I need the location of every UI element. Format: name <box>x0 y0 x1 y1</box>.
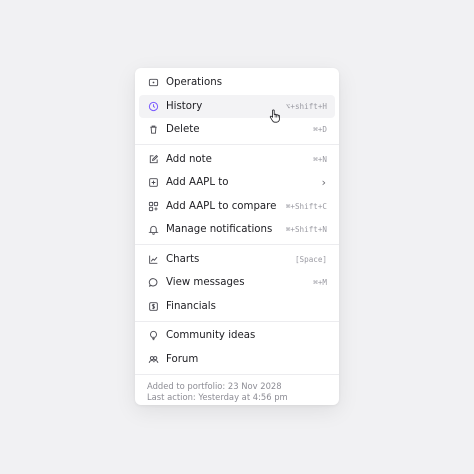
menu-item-label: History <box>166 100 203 112</box>
menu-separator <box>135 320 339 322</box>
menu-footer: Added to portfolio: 23 Nov 2028 Last act… <box>135 377 339 403</box>
edit-icon <box>147 153 159 165</box>
menu-item-label: Operations <box>166 77 223 89</box>
menu-item-add-aapl-to[interactable]: Add AAPL to › <box>139 171 335 195</box>
portfolio-added-text: Added to portfolio: 23 Nov 2028 <box>147 381 282 391</box>
dollar-icon <box>147 300 159 312</box>
menu-separator <box>135 244 339 245</box>
menu-item-label: Add AAPL to compare <box>166 200 277 212</box>
menu-separator <box>135 373 339 375</box>
menu-item-operations[interactable]: Operations <box>139 71 335 95</box>
menu-item-label: Forum <box>166 353 199 365</box>
menu-item-label: Community ideas <box>166 330 256 342</box>
history-icon <box>147 100 159 112</box>
chevron-right-icon: › <box>320 176 327 190</box>
menu-item-view-messages[interactable]: View messages ⌘+M <box>139 271 335 295</box>
menu-item-add-note[interactable]: Add note ⌘+N <box>139 148 335 172</box>
tag-icon <box>147 77 159 89</box>
bell-icon <box>147 224 159 236</box>
menu-item-label: Financials <box>166 300 216 312</box>
menu-item-delete[interactable]: Delete ⌘+D <box>139 118 335 142</box>
menu-item-label: View messages <box>166 277 245 289</box>
trash-icon <box>147 124 159 136</box>
users-icon <box>147 353 159 365</box>
menu-item-shortcut: ⌘+M <box>313 278 327 288</box>
menu-item-shortcut: ⌥+shift+H <box>285 101 327 111</box>
menu-separator <box>135 144 339 145</box>
plus-square-icon <box>147 177 159 189</box>
menu-item-add-aapl-to-compare[interactable]: Add AAPL to compare ⌘+Shift+C <box>139 195 335 219</box>
menu-item-shortcut: ⌘+D <box>313 125 327 135</box>
menu-item-financials[interactable]: Financials <box>139 295 335 319</box>
menu-item-label: Delete <box>166 124 200 136</box>
menu-item-shortcut: [Space] <box>294 254 327 264</box>
menu-item-label: Add AAPL to <box>166 177 229 189</box>
chart-icon <box>147 253 159 265</box>
menu-item-history[interactable]: History ⌥+shift+H <box>139 94 335 118</box>
menu-item-shortcut: ⌘+N <box>313 154 327 164</box>
compare-icon <box>147 200 159 212</box>
menu-item-community-ideas[interactable]: Community ideas <box>139 324 335 348</box>
menu-item-label: Charts <box>166 253 200 265</box>
menu-item-charts[interactable]: Charts [Space] <box>139 248 335 272</box>
menu-item-label: Add note <box>166 153 212 165</box>
hand-pointer-cursor-icon <box>269 109 280 123</box>
menu-item-shortcut: ⌘+Shift+C <box>285 201 327 211</box>
context-menu: Operations History ⌥+shift+H Delete ⌘+D … <box>135 68 339 405</box>
menu-item-forum[interactable]: Forum <box>139 348 335 372</box>
lightbulb-icon <box>147 330 159 342</box>
message-icon <box>147 277 159 289</box>
last-action-text: Last action: Yesterday at 4:56 pm <box>147 392 288 402</box>
menu-item-manage-notifications[interactable]: Manage notifications ⌘+Shift+N <box>139 218 335 242</box>
menu-item-shortcut: ⌘+Shift+N <box>285 225 327 235</box>
menu-item-label: Manage notifications <box>166 224 273 236</box>
